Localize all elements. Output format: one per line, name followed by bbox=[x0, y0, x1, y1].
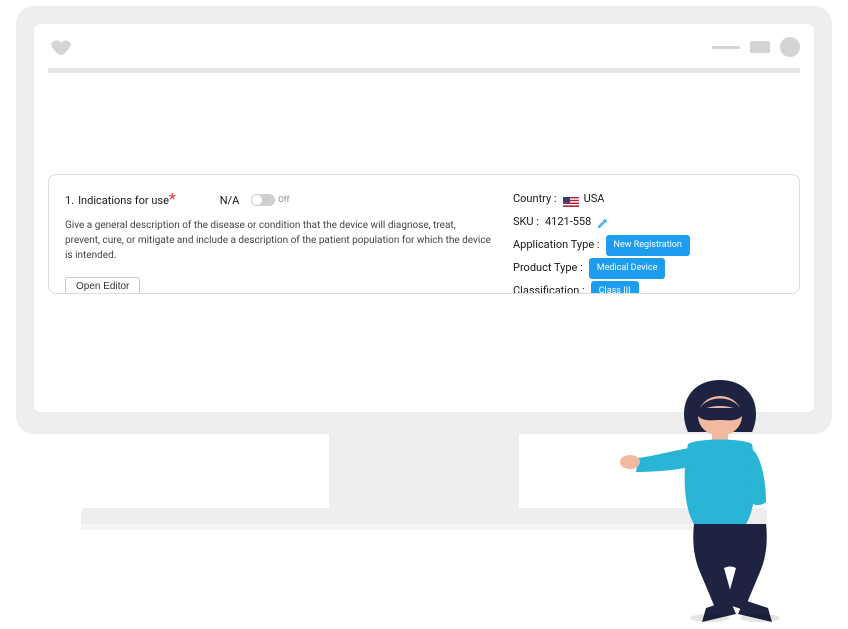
edit-icon[interactable] bbox=[597, 216, 609, 228]
required-asterisk: * bbox=[169, 189, 176, 208]
toggle-state-label: Off bbox=[278, 195, 289, 204]
country-row: Country : USA bbox=[513, 189, 783, 210]
monitor-neck bbox=[329, 434, 519, 512]
classification-label: Classification : bbox=[513, 281, 585, 294]
product-type-badge: Medical Device bbox=[589, 258, 666, 279]
section-title: Indications for use bbox=[78, 194, 169, 207]
usa-flag-icon bbox=[563, 194, 579, 204]
topbar bbox=[48, 34, 800, 60]
section-header: 1. Indications for use* N/A Off bbox=[65, 189, 493, 208]
screen: 1. Indications for use* N/A Off Give a g… bbox=[34, 24, 814, 412]
sku-value: 4121-558 bbox=[545, 212, 591, 233]
open-editor-button[interactable]: Open Editor bbox=[65, 277, 140, 294]
country-label: Country : bbox=[513, 189, 557, 210]
section-number: 1. bbox=[65, 194, 74, 207]
country-value: USA bbox=[584, 189, 605, 210]
product-type-row: Product Type : Medical Device bbox=[513, 258, 783, 279]
na-label: N/A bbox=[220, 194, 240, 207]
classification-badge: Class III bbox=[591, 281, 639, 294]
app-logo-icon bbox=[48, 38, 74, 56]
header-placeholder-box bbox=[750, 41, 770, 53]
form-card: 1. Indications for use* N/A Off Give a g… bbox=[48, 174, 800, 294]
sku-label: SKU : bbox=[513, 212, 539, 233]
avatar[interactable] bbox=[780, 37, 800, 57]
person-illustration bbox=[600, 362, 830, 622]
application-type-badge: New Registration bbox=[606, 235, 690, 256]
header-placeholder-line bbox=[712, 46, 740, 49]
section-description: Give a general description of the diseas… bbox=[65, 218, 493, 263]
sku-row: SKU : 4121-558 bbox=[513, 212, 783, 233]
metadata-panel: Country : USA SKU : bbox=[513, 189, 783, 294]
application-type-label: Application Type : bbox=[513, 235, 600, 256]
header-divider bbox=[48, 68, 800, 73]
na-toggle[interactable]: Off bbox=[251, 194, 289, 206]
application-type-row: Application Type : New Registration bbox=[513, 235, 783, 256]
classification-row: Classification : Class III bbox=[513, 281, 783, 294]
product-type-label: Product Type : bbox=[513, 258, 583, 279]
